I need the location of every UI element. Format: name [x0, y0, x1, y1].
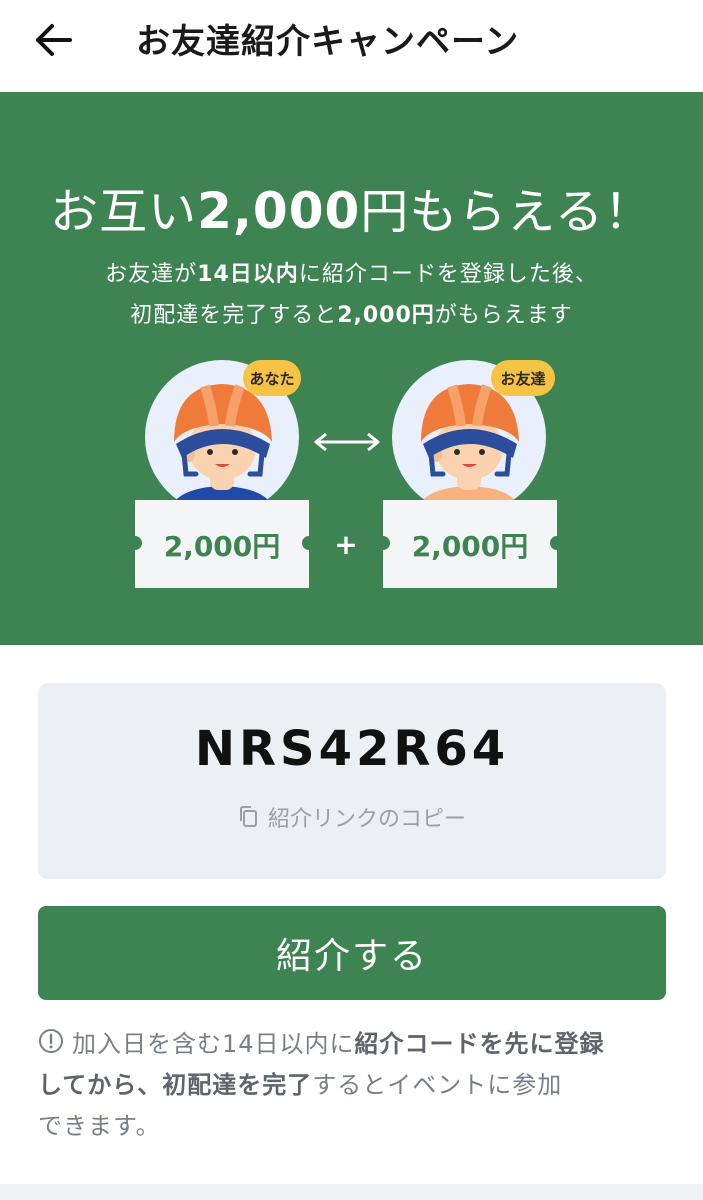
- refer-button[interactable]: 紹介する: [38, 906, 666, 1000]
- exchange-arrow-icon: [314, 432, 380, 452]
- info-circle-icon: [39, 1029, 63, 1053]
- arrow-left-icon: [36, 24, 72, 56]
- you-avatar: あなた: [145, 360, 301, 514]
- refer-button-label: 紹介する: [275, 936, 428, 977]
- copy-icon: [239, 806, 257, 827]
- friend-reward-amount: 2,000円: [412, 530, 529, 563]
- back-button[interactable]: [30, 18, 78, 62]
- you-badge: あなた: [249, 370, 294, 388]
- page-title: お友達紹介キャンペーン: [136, 22, 520, 62]
- hero-subline-2: 初配達を完了すると2,000円がもらえます: [130, 303, 573, 328]
- friend-avatar: お友達: [392, 360, 555, 514]
- hero-banner: お互い2,000円もらえる！ お友達が14日以内に紹介コードを登録した後、 初配…: [0, 92, 703, 645]
- copy-link-label: 紹介リンクのコピー: [267, 807, 466, 832]
- you-reward-ticket: 2,000円: [135, 500, 309, 588]
- referral-code-card: NRS42R64 紹介リンクのコピー: [38, 683, 666, 879]
- hero-subline-1: お友達が14日以内に紹介コードを登録した後、: [105, 262, 598, 287]
- friend-reward-ticket: 2,000円: [383, 500, 557, 588]
- header: お友達紹介キャンペーン: [0, 0, 703, 92]
- you-reward-amount: 2,000円: [164, 530, 281, 563]
- friend-badge: お友達: [500, 370, 545, 388]
- copy-link-button[interactable]: 紹介リンクのコピー: [38, 801, 666, 833]
- referral-code: NRS42R64: [194, 721, 510, 777]
- bottom-divider: [0, 1184, 703, 1200]
- referral-illustration: あなた お友達 2,000円 + 2,000円: [135, 360, 557, 588]
- hero-headline: お互い2,000円もらえる！: [50, 182, 653, 240]
- plus-sign: +: [334, 528, 357, 561]
- notice-text: 加入日を含む14日以内に紹介コードを先に登録 してから、初配達を完了するとイベン…: [38, 1030, 605, 1140]
